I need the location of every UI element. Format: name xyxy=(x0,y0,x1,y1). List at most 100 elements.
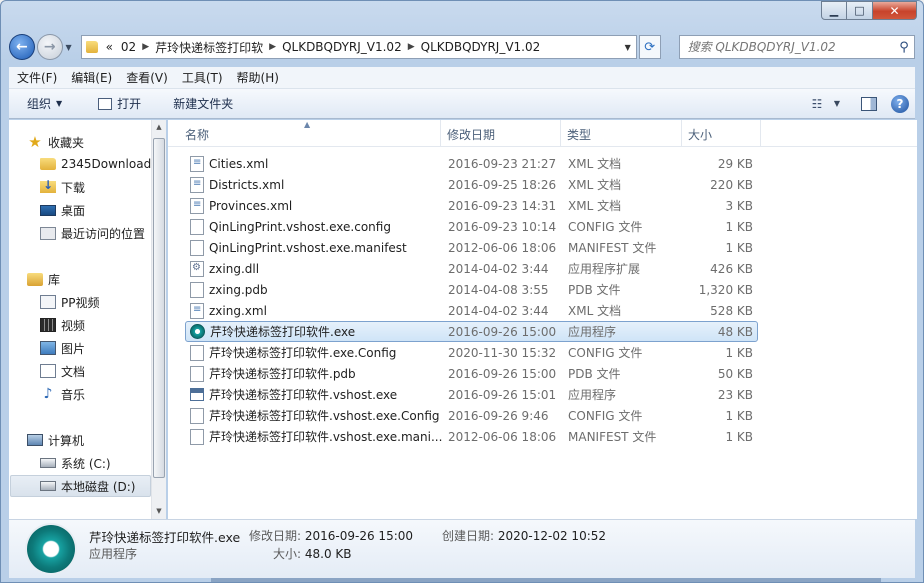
file-row[interactable]: QinLingPrint.vshost.exe.manifest 2012-06-… xyxy=(185,237,758,258)
search-icon[interactable]: ⚲ xyxy=(894,40,914,55)
file-name-cell: zxing.xml xyxy=(186,302,442,319)
view-dropdown-icon[interactable]: ▼ xyxy=(831,99,843,108)
navigation-bar: ← → ▼ « 02 ▶ 芹玲快递标签打印软 ▶ QLKDBQDYRJ_V1.0… xyxy=(9,32,915,62)
file-row[interactable]: 芹玲快递标签打印软件.pdb 2016-09-26 15:00 PDB 文件 50 K… xyxy=(185,363,758,384)
tree-label: 本地磁盘 (D:) xyxy=(61,479,136,494)
file-row[interactable]: Cities.xml 2016-09-23 21:27 XML 文档 29 KB xyxy=(185,153,758,174)
file-row[interactable]: zxing.pdb 2014-04-08 3:55 PDB 文件 1,320 KB xyxy=(185,279,758,300)
back-button[interactable]: ← xyxy=(9,34,35,60)
view-options-icon[interactable]: ☷ xyxy=(803,97,831,111)
menu-help[interactable]: 帮助(H) xyxy=(229,69,285,86)
explorer-window: ▁ □ ✕ ← → ▼ « 02 ▶ 芹玲快递标签打印软 ▶ QLKDBQDYR… xyxy=(0,0,924,583)
file-date: 2016-09-23 21:27 xyxy=(448,156,557,171)
file-row[interactable]: QinLingPrint.vshost.exe.config 2016-09-23… xyxy=(185,216,758,237)
file-row[interactable]: 芹玲快递标签打印软件.exe.Config 2020-11-30 15:32 CON… xyxy=(185,342,758,363)
file-name: 芹玲快递标签打印软件.vshost.exe xyxy=(209,388,398,402)
pdb-file-icon xyxy=(190,281,204,298)
file-name: 芹玲快递标签打印软件.pdb xyxy=(209,367,356,381)
file-date: 2016-09-25 18:26 xyxy=(448,177,557,192)
breadcrumb-arrow-icon[interactable]: ▶ xyxy=(408,42,415,52)
file-date: 2016-09-23 10:14 xyxy=(448,219,557,234)
breadcrumb-arrow-icon[interactable]: ▶ xyxy=(142,42,149,52)
file-date: 2016-09-23 14:31 xyxy=(448,198,557,213)
breadcrumb-segment[interactable]: QLKDBQDYRJ_V1.02 xyxy=(421,40,541,54)
navigation-scrollbar[interactable]: ▲ ▼ xyxy=(151,120,166,519)
tree-label: 系统 (C:) xyxy=(61,456,111,471)
file-name-cell: 芹玲快递标签打印软件.pdb xyxy=(186,365,442,382)
config-file-icon xyxy=(190,218,204,235)
breadcrumb-segment[interactable]: QLKDBQDYRJ_V1.02 xyxy=(282,40,402,54)
menu-bar: 文件(F) 编辑(E) 查看(V) 工具(T) 帮助(H) xyxy=(9,67,915,89)
file-date: 2014-04-08 3:55 xyxy=(448,282,549,297)
search-box[interactable]: ⚲ xyxy=(678,35,915,59)
column-size[interactable]: 大小 xyxy=(682,120,761,147)
help-icon[interactable]: ? xyxy=(891,94,909,113)
tree-item-drive-d[interactable]: 本地磁盘 (D:) xyxy=(10,475,151,497)
tree-libraries[interactable]: 库 xyxy=(27,268,169,290)
maximize-button[interactable]: □ xyxy=(847,1,873,20)
file-row[interactable]: 芹玲快递标签打印软件.vshost.exe.mani... 2012-06-06 … xyxy=(185,426,758,447)
close-button[interactable]: ✕ xyxy=(873,1,917,20)
menu-view[interactable]: 查看(V) xyxy=(118,69,174,86)
document-icon xyxy=(40,364,56,378)
tree-computer[interactable]: 计算机 xyxy=(27,429,169,451)
file-name-cell: 芹玲快递标签打印软件.vshost.exe.mani... xyxy=(186,428,442,445)
open-button[interactable]: 打开 xyxy=(88,95,151,112)
tree-favorites[interactable]: ★ 收藏夹 xyxy=(27,131,169,153)
file-name: 芹玲快递标签打印软件.exe xyxy=(210,325,356,339)
file-name: Provinces.xml xyxy=(209,198,293,213)
file-date: 2012-06-06 18:06 xyxy=(448,429,557,444)
organize-button[interactable]: 组织 ▼ xyxy=(9,95,72,112)
drive-icon xyxy=(40,481,56,491)
file-row[interactable]: 芹玲快递标签打印软件.vshost.exe.Config 2016-09-26 9… xyxy=(185,405,758,426)
breadcrumb-segment[interactable]: 02 xyxy=(121,40,136,54)
breadcrumb-arrow-icon[interactable]: ▶ xyxy=(269,42,276,52)
address-bar[interactable]: « 02 ▶ 芹玲快递标签打印软 ▶ QLKDBQDYRJ_V1.02 ▶ QL… xyxy=(80,35,637,59)
forward-button[interactable]: → xyxy=(36,34,63,60)
breadcrumb-segment[interactable]: 芹玲快递标签打印软 xyxy=(155,39,263,56)
vshost-exe-icon xyxy=(190,388,204,401)
scrollbar-thumb[interactable] xyxy=(153,138,165,478)
refresh-button[interactable]: ⟳ xyxy=(638,35,661,59)
breadcrumb-overflow[interactable]: « xyxy=(106,40,113,54)
file-row[interactable]: zxing.xml 2014-04-02 3:44 XML 文档 528 KB xyxy=(185,300,758,321)
file-size: 1 KB xyxy=(725,219,753,234)
preview-pane-icon[interactable] xyxy=(861,96,877,111)
pdb-file-icon xyxy=(190,365,204,382)
menu-tools[interactable]: 工具(T) xyxy=(174,69,229,86)
file-row[interactable]: 芹玲快递标签打印软件.exe 2016-09-26 15:00 应用程序 48 KB xyxy=(185,321,758,342)
column-date[interactable]: 修改日期 xyxy=(441,120,561,147)
sort-ascending-icon: ▲ xyxy=(304,120,311,129)
size-label: 大小: xyxy=(273,547,302,561)
file-name: Districts.xml xyxy=(209,177,285,192)
minimize-button[interactable]: ▁ xyxy=(821,1,847,20)
download-folder-icon xyxy=(40,178,56,193)
file-name-cell: QinLingPrint.vshost.exe.manifest xyxy=(186,239,442,256)
dll-file-icon xyxy=(190,260,204,277)
file-date: 2012-06-06 18:06 xyxy=(448,240,557,255)
computer-icon xyxy=(27,434,43,446)
scroll-up-icon[interactable]: ▲ xyxy=(152,120,166,135)
file-row[interactable]: Provinces.xml 2016-09-23 14:31 XML 文档 3 KB xyxy=(185,195,758,216)
file-row[interactable]: zxing.dll 2014-04-02 3:44 应用程序扩展 426 KB xyxy=(185,258,758,279)
menu-edit[interactable]: 编辑(E) xyxy=(63,69,118,86)
file-size: 50 KB xyxy=(717,366,753,381)
xml-file-icon xyxy=(190,197,204,214)
file-row[interactable]: Districts.xml 2016-09-25 18:26 XML 文档 220 K… xyxy=(185,174,758,195)
file-name-cell: Cities.xml xyxy=(186,155,442,172)
file-date: 2014-04-02 3:44 xyxy=(448,261,549,276)
search-input[interactable] xyxy=(687,40,894,54)
created-value: 2020-12-02 10:52 xyxy=(497,529,607,543)
column-name[interactable]: ▲ 名称 xyxy=(168,120,441,147)
scroll-down-icon[interactable]: ▼ xyxy=(152,504,166,519)
library-icon xyxy=(27,272,43,286)
file-name: zxing.xml xyxy=(209,303,267,318)
address-dropdown-icon[interactable]: ▼ xyxy=(620,43,636,52)
config-file-icon xyxy=(190,344,204,361)
file-row[interactable]: 芹玲快递标签打印软件.vshost.exe 2016-09-26 15:01 应用程… xyxy=(185,384,758,405)
pp-video-icon xyxy=(40,295,56,309)
new-folder-button[interactable]: 新建文件夹 xyxy=(163,95,243,112)
column-type[interactable]: 类型 xyxy=(561,120,682,147)
recent-pages-dropdown[interactable]: ▼ xyxy=(63,43,75,52)
menu-file[interactable]: 文件(F) xyxy=(9,69,63,86)
